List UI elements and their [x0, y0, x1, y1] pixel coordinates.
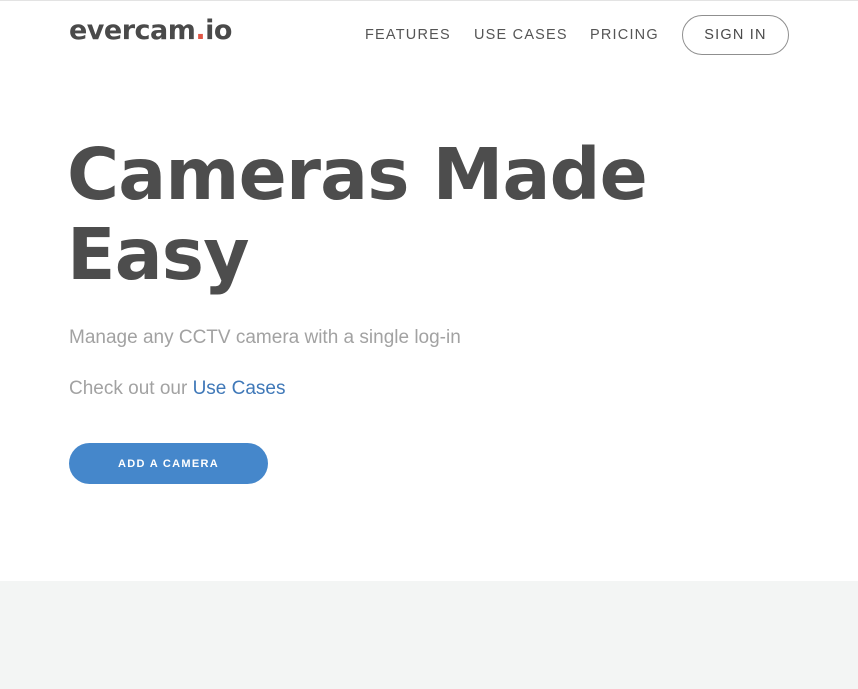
- site-header: evercam.io FEATURES USE CASES PRICING SI…: [0, 1, 858, 69]
- nav-features-link[interactable]: FEATURES: [365, 27, 451, 43]
- sign-in-button[interactable]: SIGN IN: [682, 15, 789, 55]
- add-camera-button[interactable]: ADD A CAMERA: [69, 443, 268, 484]
- hero-title-line-2: Easy: [67, 213, 250, 296]
- use-cases-prefix: Check out our: [69, 378, 193, 399]
- logo-text-main: evercam: [69, 15, 196, 46]
- hero-subtitle: Manage any CCTV camera with a single log…: [69, 327, 461, 348]
- use-cases-prompt: Check out our Use Cases: [69, 378, 286, 400]
- logo-text-suffix: io: [205, 15, 232, 46]
- hero-title: Cameras Made Easy: [67, 135, 687, 295]
- nav-use-cases-link[interactable]: USE CASES: [474, 27, 568, 43]
- lower-section: [0, 581, 858, 689]
- logo-dot: .: [195, 15, 206, 46]
- hero-title-line-1: Cameras Made: [67, 133, 648, 216]
- evercam-logo[interactable]: evercam.io: [69, 15, 232, 46]
- nav-pricing-link[interactable]: PRICING: [590, 27, 659, 43]
- use-cases-link[interactable]: Use Cases: [193, 378, 286, 399]
